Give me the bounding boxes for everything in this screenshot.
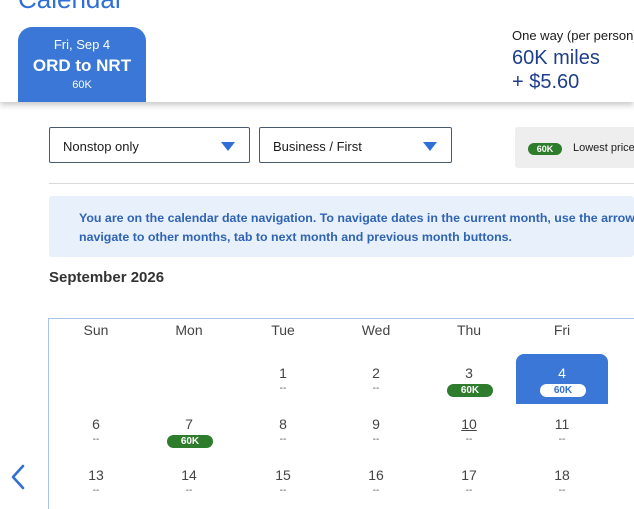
price-legend: 60K Lowest price xyxy=(515,127,634,168)
calendar-day-8[interactable]: 8 -- xyxy=(237,405,329,455)
day-number: 2 xyxy=(372,365,380,381)
chevron-down-icon xyxy=(221,142,235,151)
day-price: -- xyxy=(465,485,473,496)
day-price: -- xyxy=(465,434,473,445)
day-price: -- xyxy=(372,383,380,394)
day-price: -- xyxy=(372,485,380,496)
day-price: -- xyxy=(185,485,193,496)
stops-filter-value: Nonstop only xyxy=(63,139,139,154)
divider xyxy=(49,183,634,184)
day-number: 9 xyxy=(372,416,380,432)
fare-type-label: One way (per person) xyxy=(512,28,634,43)
day-price: -- xyxy=(92,434,100,445)
day-price: -- xyxy=(558,434,566,445)
page-title: Calendar xyxy=(18,0,124,15)
day-number: 18 xyxy=(554,467,570,483)
calendar-day-11[interactable]: 11 -- xyxy=(516,405,608,455)
day-price: -- xyxy=(558,485,566,496)
trip-date: Fri, Sep 4 xyxy=(53,37,111,52)
day-price: -- xyxy=(92,485,100,496)
weekday-header: Mon xyxy=(175,322,203,338)
day-number: 17 xyxy=(461,467,477,483)
day-number: 16 xyxy=(368,467,384,483)
fare-cash: + $5.60 xyxy=(512,71,580,93)
calendar-day-16[interactable]: 16 -- xyxy=(330,456,422,506)
cabin-filter-value: Business / First xyxy=(273,139,362,154)
calendar-grid: Sun Mon Tue Wed Thu Fri 1 -- 2 -- 3 60K 4 60K 6 -- 7 60K 8… xyxy=(48,318,634,509)
day-price: -- xyxy=(279,485,287,496)
day-number: 1 xyxy=(279,365,287,381)
calendar-day-3[interactable]: 3 60K xyxy=(423,354,515,404)
day-number: 6 xyxy=(92,416,100,432)
lowest-price-badge: 60K xyxy=(528,143,562,155)
trip-tab-ord-nrt[interactable]: Fri, Sep 4 ORD to NRT 60K xyxy=(18,27,146,102)
calendar-day-14[interactable]: 14 -- xyxy=(143,456,235,506)
month-title: September 2026 xyxy=(49,269,165,286)
fare-miles: 60K miles xyxy=(512,47,600,69)
lowest-price-badge: 60K xyxy=(167,435,213,448)
calendar-day-10[interactable]: 10 -- xyxy=(423,405,515,455)
navigation-notice: You are on the calendar date navigation.… xyxy=(49,196,634,257)
day-number: 4 xyxy=(558,365,566,381)
chevron-left-icon[interactable] xyxy=(8,462,28,492)
weekday-header: Tue xyxy=(271,322,295,338)
day-number: 15 xyxy=(275,467,291,483)
legend-label: Lowest price xyxy=(573,142,634,154)
calendar-day-17[interactable]: 17 -- xyxy=(423,456,515,506)
day-number: 11 xyxy=(554,416,570,432)
day-price: -- xyxy=(372,434,380,445)
day-number: 10 xyxy=(461,416,477,432)
calendar-day-2[interactable]: 2 -- xyxy=(330,354,422,404)
cabin-filter-select[interactable]: Business / First xyxy=(259,127,452,163)
weekday-header: Sun xyxy=(83,322,109,338)
trip-header: Calendar Fri, Sep 4 ORD to NRT 60K One w… xyxy=(0,0,634,102)
calendar-day-13[interactable]: 13 -- xyxy=(50,456,142,506)
chevron-down-icon xyxy=(423,142,437,151)
day-number: 3 xyxy=(465,365,473,381)
lowest-price-badge: 60K xyxy=(540,384,586,397)
weekday-header: Thu xyxy=(456,322,482,338)
calendar-day-7[interactable]: 7 60K xyxy=(143,405,235,455)
day-number: 14 xyxy=(181,467,197,483)
day-price: -- xyxy=(279,383,287,394)
calendar-day-9[interactable]: 9 -- xyxy=(330,405,422,455)
lowest-price-badge: 60K xyxy=(447,384,493,397)
stops-filter-select[interactable]: Nonstop only xyxy=(49,127,250,163)
weekday-header: Fri xyxy=(553,322,571,338)
trip-route: ORD to NRT xyxy=(32,56,132,75)
weekday-header: Wed xyxy=(361,322,391,338)
day-number: 7 xyxy=(185,416,193,432)
notice-line-1: You are on the calendar date navigation.… xyxy=(79,211,634,225)
day-number: 8 xyxy=(279,416,287,432)
notice-line-2: navigate to other months, tab to next mo… xyxy=(79,229,512,244)
calendar-day-6[interactable]: 6 -- xyxy=(50,405,142,455)
calendar-day-1[interactable]: 1 -- xyxy=(237,354,329,404)
day-number: 13 xyxy=(88,467,104,483)
trip-price: 60K xyxy=(72,79,92,91)
calendar-day-15[interactable]: 15 -- xyxy=(237,456,329,506)
calendar-day-18[interactable]: 18 -- xyxy=(516,456,608,506)
calendar-day-4[interactable]: 4 60K xyxy=(516,354,608,404)
day-price: -- xyxy=(279,434,287,445)
